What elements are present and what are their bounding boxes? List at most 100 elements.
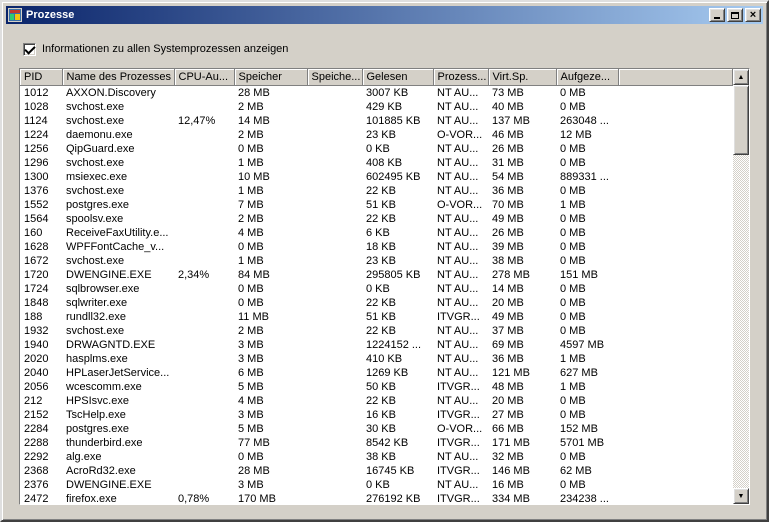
cell [174,324,234,338]
column-header-recorded[interactable]: Aufgeze... [556,69,618,85]
vertical-scrollbar[interactable]: ▲ ▼ [733,69,749,504]
table-row[interactable]: 1300msiexec.exe10 MB602495 KBNT AU...54 … [20,170,733,184]
column-header-pid[interactable]: PID [20,69,62,85]
close-button[interactable]: × [745,8,761,22]
cell [307,492,362,505]
cell: 4 MB [234,226,307,240]
process-window: Prozesse × Informationen zu allen System… [0,0,769,522]
table-row[interactable]: 2056wcescomm.exe5 MB50 KBITVGR...48 MB1 … [20,380,733,394]
table-row[interactable]: 1628WPFFontCache_v...0 MB18 KBNT AU...39… [20,240,733,254]
table-row[interactable]: 1124svchost.exe12,47%14 MB101885 KBNT AU… [20,114,733,128]
cell: WPFFontCache_v... [62,240,174,254]
table-row[interactable]: 2292alg.exe0 MB38 KBNT AU...32 MB0 MB [20,450,733,464]
table-row[interactable]: 2040HPLaserJetService...6 MB1269 KBNT AU… [20,366,733,380]
column-header-read[interactable]: Gelesen [362,69,433,85]
cell: NT AU... [433,450,488,464]
table-row[interactable]: 1296svchost.exe1 MB408 KBNT AU...31 MB0 … [20,156,733,170]
cell: 3 MB [234,478,307,492]
table-row[interactable]: 160ReceiveFaxUtility.e...4 MB6 KBNT AU..… [20,226,733,240]
table-row[interactable]: 1012AXXON.Discovery28 MB3007 KBNT AU...7… [20,85,733,100]
table-row[interactable]: 2288thunderbird.exe77 MB8542 KBITVGR...1… [20,436,733,450]
maximize-button[interactable] [727,8,743,22]
column-header-memory2[interactable]: Speiche... [307,69,362,85]
cell [618,128,733,142]
cell [174,296,234,310]
cell: ITVGR... [433,380,488,394]
cell: 5 MB [234,422,307,436]
cell [618,324,733,338]
scroll-down-button[interactable]: ▼ [733,488,749,504]
cell: hasplms.exe [62,352,174,366]
table-row[interactable]: 1672svchost.exe1 MB23 KBNT AU...38 MB0 M… [20,254,733,268]
scrollbar-thumb[interactable] [733,85,749,155]
column-header-virtual-memory[interactable]: Virt.Sp. [488,69,556,85]
cell: 2288 [20,436,62,450]
cell: 6 KB [362,226,433,240]
cell [307,450,362,464]
table-row[interactable]: 1376svchost.exe1 MB22 KBNT AU...36 MB0 M… [20,184,733,198]
cell: 32 MB [488,450,556,464]
table-row[interactable]: 1724sqlbrowser.exe0 MB0 KBNT AU...14 MB0… [20,282,733,296]
cell [174,170,234,184]
cell: 38 KB [362,450,433,464]
scrollbar-track[interactable] [733,85,749,488]
cell: spoolsv.exe [62,212,174,226]
cell [174,366,234,380]
table-row[interactable]: 188rundll32.exe11 MB51 KBITVGR...49 MB0 … [20,310,733,324]
system-processes-checkbox[interactable] [23,43,36,56]
table-row[interactable]: 2472firefox.exe0,78%170 MB276192 KBITVGR… [20,492,733,505]
cell [618,198,733,212]
cell: 54 MB [488,170,556,184]
table-row[interactable]: 1932svchost.exe2 MB22 KBNT AU...37 MB0 M… [20,324,733,338]
table-row[interactable]: 2152TscHelp.exe3 MB16 KBITVGR...27 MB0 M… [20,408,733,422]
cell [307,240,362,254]
table-row[interactable]: 1224daemonu.exe2 MB23 KBO-VOR...46 MB12 … [20,128,733,142]
column-header-process-owner[interactable]: Prozess... [433,69,488,85]
cell: 20 MB [488,296,556,310]
cell: 2 MB [234,128,307,142]
cell [307,85,362,100]
cell: 0 MB [556,226,618,240]
cell: 171 MB [488,436,556,450]
cell: 30 KB [362,422,433,436]
cell: 1256 [20,142,62,156]
table-row[interactable]: 2376DWENGINE.EXE3 MB0 KBNT AU...16 MB0 M… [20,478,733,492]
table-row[interactable]: 2020hasplms.exe3 MB410 KBNT AU...36 MB1 … [20,352,733,366]
cell: ITVGR... [433,436,488,450]
table-row[interactable]: 2368AcroRd32.exe28 MB16745 KBITVGR...146… [20,464,733,478]
column-header-memory[interactable]: Speicher [234,69,307,85]
cell [618,478,733,492]
table-row[interactable]: 1564spoolsv.exe2 MB22 KBNT AU...49 MB0 M… [20,212,733,226]
cell [618,408,733,422]
column-header-process-name[interactable]: Name des Prozesses [62,69,174,85]
titlebar[interactable]: Prozesse × [6,6,763,24]
cell: 160 [20,226,62,240]
column-header-empty[interactable] [618,69,733,85]
cell: thunderbird.exe [62,436,174,450]
table-row[interactable]: 212HPSIsvc.exe4 MB22 KBNT AU...20 MB0 MB [20,394,733,408]
system-processes-option[interactable]: Informationen zu allen Systemprozessen a… [23,42,288,56]
cell [307,422,362,436]
cell: NT AU... [433,324,488,338]
table-row[interactable]: 1940DRWAGNTD.EXE3 MB1224152 ...NT AU...6… [20,338,733,352]
cell [307,198,362,212]
cell: svchost.exe [62,114,174,128]
scroll-up-button[interactable]: ▲ [733,69,749,85]
cell: 7 MB [234,198,307,212]
table-row[interactable]: 1028svchost.exe2 MB429 KBNT AU...40 MB0 … [20,100,733,114]
table-row[interactable]: 1256QipGuard.exe0 MB0 KBNT AU...26 MB0 M… [20,142,733,156]
cell [174,254,234,268]
cell: 1 MB [556,380,618,394]
cell [618,156,733,170]
table-row[interactable]: 1848sqlwriter.exe0 MB22 KBNT AU...20 MB0… [20,296,733,310]
table-row[interactable]: 1720DWENGINE.EXE2,34%84 MB295805 KBNT AU… [20,268,733,282]
system-processes-checkbox-label[interactable]: Informationen zu allen Systemprozessen a… [42,43,288,55]
maximize-icon [731,12,739,19]
minimize-button[interactable] [709,8,725,22]
table-row[interactable]: 2284postgres.exe5 MB30 KBO-VOR...66 MB15… [20,422,733,436]
table-row[interactable]: 1552postgres.exe7 MB51 KBO-VOR...70 MB1 … [20,198,733,212]
cell: 1 MB [556,198,618,212]
column-header-cpu[interactable]: CPU-Au... [174,69,234,85]
cell: 27 MB [488,408,556,422]
cell: 14 MB [234,114,307,128]
